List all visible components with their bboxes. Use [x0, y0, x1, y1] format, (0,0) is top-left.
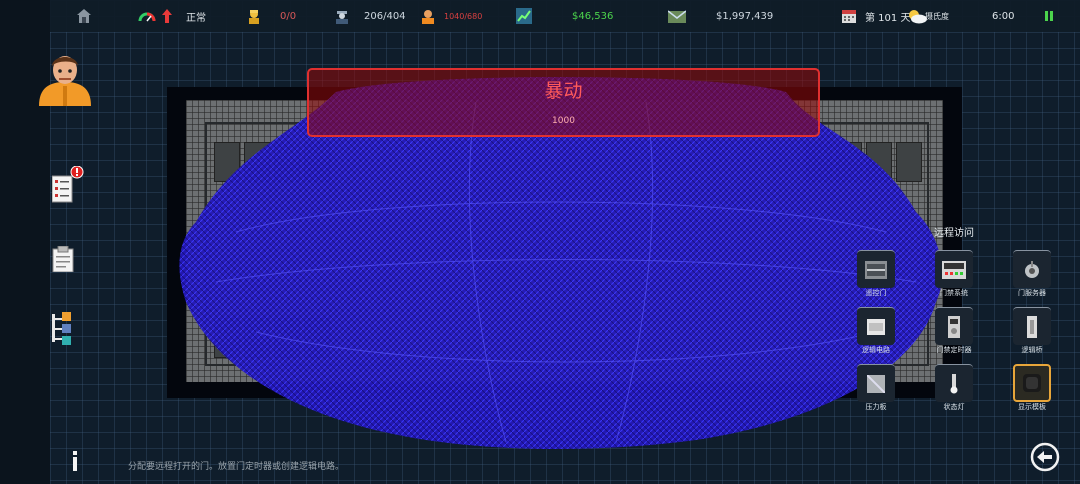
pause-icon	[1045, 11, 1053, 21]
cell	[304, 142, 330, 182]
door-server-tool[interactable]	[1013, 250, 1051, 288]
guard-icon	[336, 11, 348, 24]
status-light-tool[interactable]	[935, 364, 973, 402]
door-control-system-icon	[942, 260, 966, 279]
danger-gauge-icon	[138, 12, 156, 22]
pressure-plate-tool[interactable]	[857, 364, 895, 402]
door-control-system-tool[interactable]	[935, 250, 973, 288]
door-timer-icon	[948, 315, 960, 338]
cell	[304, 318, 330, 358]
remote-door-icon	[865, 260, 887, 279]
remote-access-title: 远程访问	[934, 228, 974, 239]
cell	[214, 318, 240, 358]
logic-bridge-icon	[1027, 315, 1037, 338]
alert-title: 暴动	[544, 80, 583, 102]
day-label: 第 101 天	[865, 12, 911, 24]
warden-avatar-button[interactable]	[37, 50, 93, 110]
bank-display[interactable]: $1,997,439	[668, 0, 773, 32]
info-button[interactable]	[70, 451, 80, 475]
cell	[896, 142, 922, 182]
time-label: 6:00	[992, 10, 1015, 22]
info-icon	[73, 451, 77, 471]
logic-circuit-tool[interactable]	[857, 307, 895, 345]
reports-icon	[51, 165, 84, 203]
cell-block-top	[214, 142, 330, 182]
prisoners-counter[interactable]: 1040/680	[420, 0, 482, 32]
logic-circuit-icon	[867, 318, 885, 335]
department-tree-button[interactable]	[52, 310, 74, 350]
cell	[274, 142, 300, 182]
logic-bridge-label: 逻辑桥	[1021, 346, 1043, 354]
cell	[836, 142, 862, 182]
door-timer-label: 门禁定时器	[936, 346, 972, 354]
money-envelope-icon	[668, 10, 686, 23]
graph-icon	[516, 8, 532, 24]
cell	[244, 142, 270, 182]
clipboard-icon	[52, 245, 74, 273]
door-server-icon	[1025, 260, 1039, 278]
cell	[244, 318, 270, 358]
home-button[interactable]	[76, 0, 92, 32]
clock: 6:00	[992, 0, 1014, 32]
up-arrow-icon	[162, 9, 172, 23]
danger-level[interactable]: 正常	[138, 0, 206, 32]
danger-status: 正常	[186, 12, 206, 24]
display-template-label: 显示模板	[1018, 403, 1046, 411]
hierarchy-icon	[52, 312, 71, 345]
guards-count: 0/0	[280, 10, 297, 22]
pressure-plate-label: 压力板	[865, 403, 887, 411]
balance-value: $46,536	[572, 10, 614, 22]
prisoner-icon	[422, 10, 434, 24]
back-arrow-icon	[1030, 442, 1060, 472]
prisoners-count: 1040/680	[444, 11, 483, 21]
cell	[866, 142, 892, 182]
riot-alert-banner[interactable]: 暴动 1000	[307, 68, 820, 137]
date-display[interactable]: 第 101 天	[842, 0, 910, 32]
back-button[interactable]	[1030, 442, 1060, 476]
pause-button[interactable]	[1044, 0, 1054, 32]
top-status-bar: 正常 0/0 206/404 1040/680 $46,536 $1,997,4…	[50, 0, 1080, 32]
reports-button[interactable]	[51, 165, 86, 208]
home-icon	[77, 9, 91, 23]
status-light-label: 状态灯	[943, 403, 965, 411]
warden-avatar-icon	[39, 56, 91, 106]
balance-display[interactable]: $46,536	[516, 0, 613, 32]
worker-icon	[249, 10, 259, 24]
door-server-label: 门服务器	[1018, 289, 1046, 297]
door-control-system-label: 门禁系统	[940, 289, 968, 297]
staff-counter[interactable]: 206/404	[334, 0, 406, 32]
cell	[274, 318, 300, 358]
cell	[214, 142, 240, 182]
display-template-icon	[1023, 374, 1041, 392]
guards-counter[interactable]: 0/0	[246, 0, 296, 32]
pressure-plate-icon	[867, 374, 885, 393]
bank-value: $1,997,439	[716, 10, 774, 22]
logic-circuit-label: 逻辑电路	[862, 346, 890, 354]
cell-block-right	[806, 142, 922, 182]
weather-label: 摄氏度	[925, 11, 949, 21]
calendar-icon	[842, 10, 856, 23]
display-template-tool[interactable]	[1013, 364, 1051, 402]
cell-block-bottom	[214, 318, 330, 358]
cell	[806, 142, 832, 182]
door-timer-tool[interactable]	[935, 307, 973, 345]
remote-door-label: 遥控门	[865, 289, 887, 297]
status-light-icon	[950, 373, 958, 393]
logic-bridge-tool[interactable]	[1013, 307, 1051, 345]
staff-count: 206/404	[364, 10, 406, 22]
hint-text: 分配要远程打开的门。放置门定时器或创建逻辑电路。	[128, 462, 345, 472]
remote-door-tool[interactable]	[857, 250, 895, 288]
clipboard-button[interactable]	[52, 245, 74, 276]
weather-display[interactable]: 摄氏度	[906, 0, 949, 32]
alert-value: 1000	[552, 116, 575, 126]
